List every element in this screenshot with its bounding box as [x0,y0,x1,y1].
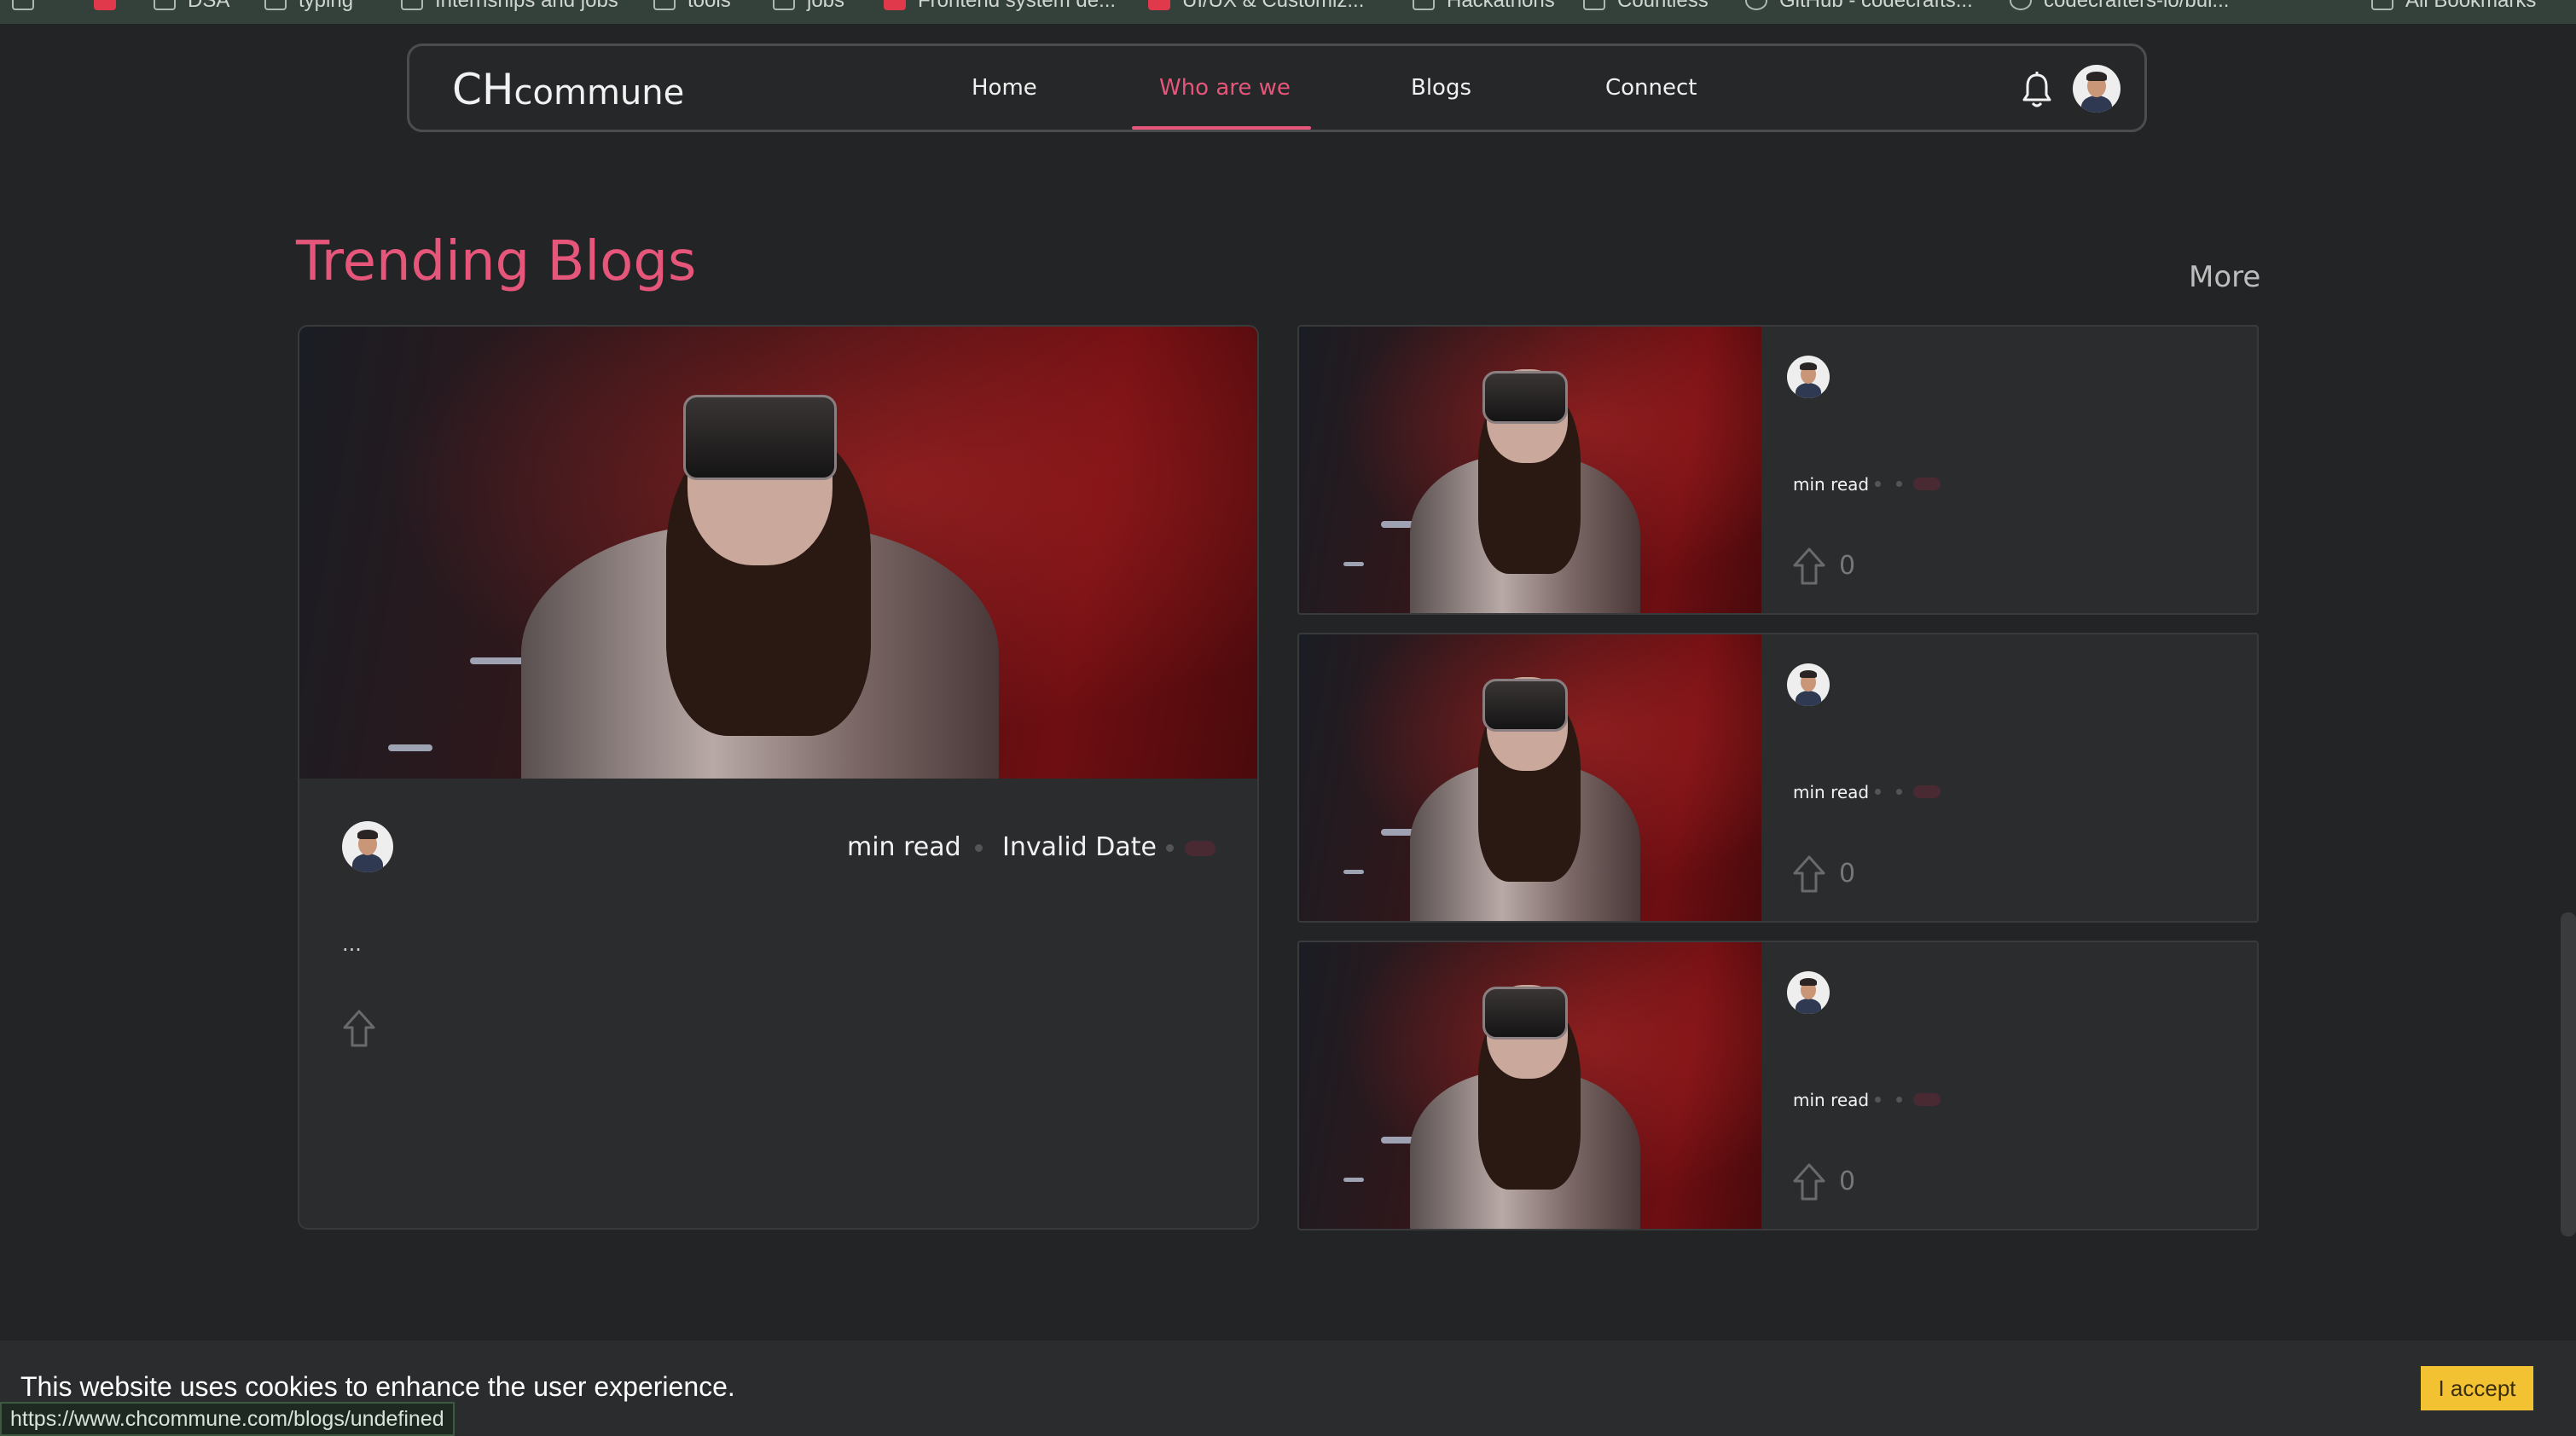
bookmark-item[interactable]: DSA [154,0,229,14]
read-time: min read [1793,782,1870,802]
bookmark-item[interactable] [94,0,116,14]
upvote-count: 0 [1839,1167,1856,1196]
upvote-arrow-icon[interactable] [1792,854,1826,894]
bookmark-item[interactable]: All Bookmarks [2371,0,2536,14]
folder-icon [154,0,176,10]
blog-card[interactable]: min read 0 [1297,941,2259,1230]
blog-card[interactable]: min read 0 [1297,325,2259,615]
upvote-arrow-icon[interactable] [1792,547,1826,586]
bookmarks-bar: DSA typing Internships and jobs tools jo… [0,0,2576,24]
separator-dot [1875,1097,1881,1103]
blog-cover-image [299,327,1257,779]
top-navbar: CHcommune Home Who are we Blogs Connect [407,43,2147,132]
post-date: Invalid Date [1002,832,1157,862]
bell-icon[interactable] [2020,70,2054,109]
category-tag[interactable] [1913,478,1941,490]
bookmark-item[interactable]: UI/UX & Customiz... [1148,0,1364,14]
site-icon [884,0,906,10]
separator-dot [1896,1097,1902,1103]
accept-cookies-button[interactable]: I accept [2421,1366,2533,1410]
separator-dot [1166,844,1174,852]
read-time: min read [847,832,961,862]
category-tag[interactable] [1913,785,1941,798]
bookmark-item[interactable]: typing [264,0,353,14]
bookmark-item[interactable]: tools [653,0,731,14]
blog-cover-image [1299,634,1761,921]
author-avatar[interactable] [1787,971,1830,1014]
author-avatar[interactable] [1787,356,1830,398]
bookmark-item[interactable]: jobs [773,0,844,14]
scrollbar-thumb[interactable] [2561,912,2576,1236]
folder-icon [1583,0,1605,10]
link-status-url: https://www.chcommune.com/blogs/undefine… [0,1402,455,1436]
nav-link-who-are-we[interactable]: Who are we [1159,75,1291,101]
upvote-count: 0 [1839,551,1856,581]
bookmark-item[interactable]: GitHub - codecrafts... [1745,0,1973,14]
separator-dot [1875,481,1881,487]
github-icon [1745,0,1767,10]
category-tag[interactable] [1913,1093,1941,1106]
separator-dot [1896,481,1902,487]
folder-icon [401,0,423,10]
section-title: Trending Blogs [296,230,697,293]
site-logo[interactable]: CHcommune [452,65,684,114]
bookmark-item[interactable]: Internships and jobs [401,0,618,14]
blog-cover-image [1299,942,1761,1229]
user-avatar[interactable] [2073,65,2121,113]
upvote-count: 0 [1839,859,1856,889]
github-icon [2010,0,2032,10]
separator-dot [975,844,983,852]
nav-link-blogs[interactable]: Blogs [1411,75,1471,101]
author-avatar[interactable] [342,821,393,872]
folder-icon [773,0,795,10]
apps-grid-icon[interactable] [12,0,34,14]
folder-icon [2371,0,2393,10]
nav-link-connect[interactable]: Connect [1605,75,1697,101]
featured-blog-card[interactable]: min read Invalid Date ... [298,325,1259,1230]
folder-icon [653,0,676,10]
folder-icon [1413,0,1435,10]
read-time: min read [1793,474,1870,495]
upvote-arrow-icon[interactable] [1792,1162,1826,1201]
category-tag[interactable] [1185,841,1215,856]
blog-cover-image [1299,327,1761,613]
post-excerpt: ... [342,932,362,956]
blog-card[interactable]: min read 0 [1297,633,2259,923]
bookmark-item[interactable]: Frontend system de... [884,0,1116,14]
separator-dot [1896,789,1902,795]
nav-link-home[interactable]: Home [972,75,1037,101]
more-link[interactable]: More [2189,260,2260,294]
site-icon [1148,0,1170,10]
bookmark-item[interactable]: Hackathons [1413,0,1555,14]
folder-icon [264,0,287,10]
bookmark-item[interactable]: codecrafters-io/bui... [2010,0,2229,14]
site-icon [94,0,116,10]
author-avatar[interactable] [1787,663,1830,706]
active-tab-indicator [1132,126,1311,130]
separator-dot [1875,789,1881,795]
read-time: min read [1793,1090,1870,1110]
cookie-message: This website uses cookies to enhance the… [20,1371,735,1402]
upvote-arrow-icon[interactable] [342,1009,376,1048]
bookmark-item[interactable]: Countless [1583,0,1709,14]
